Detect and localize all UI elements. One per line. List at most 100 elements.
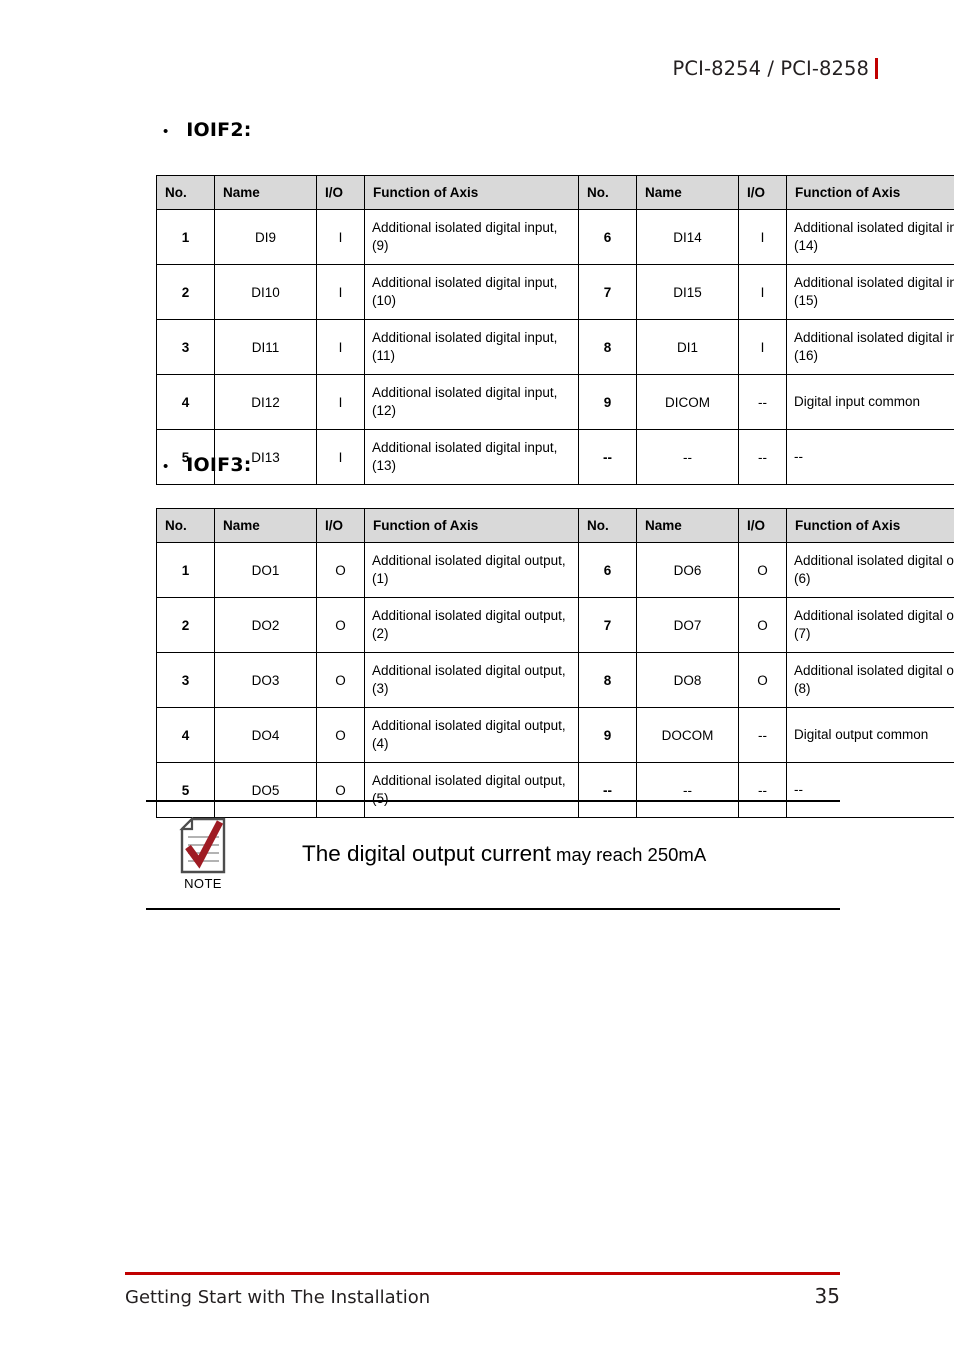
ioif2-table-body: 1 DI9 I Additional isolated digital inpu… — [156, 209, 954, 485]
col-header-name-left: Name — [214, 508, 317, 543]
table-row: 3 DI11 I Additional isolated digital inp… — [156, 319, 954, 375]
cell-io: O — [316, 597, 365, 653]
cell-io: O — [316, 542, 365, 598]
table-row: 3 DO3 O Additional isolated digital outp… — [156, 652, 954, 708]
cell-name: DOCOM — [636, 707, 739, 763]
cell-no: -- — [578, 429, 637, 485]
footer-row: Getting Start with The Installation 35 — [125, 1275, 840, 1308]
cell-no: 8 — [578, 652, 637, 708]
cell-name: DO2 — [214, 597, 317, 653]
cell-function: Additional isolated digital output, (2) — [364, 597, 579, 653]
note-message-primary: The digital output current — [302, 841, 551, 866]
col-header-no-left: No. — [156, 508, 215, 543]
cell-no: 9 — [578, 374, 637, 430]
cell-io: I — [316, 319, 365, 375]
cell-io: I — [738, 209, 787, 265]
note-icon-group: NOTE — [146, 817, 246, 891]
cell-function: Additional isolated digital input, (11) — [364, 319, 579, 375]
note-message: The digital output current may reach 250… — [246, 841, 840, 867]
col-header-no-right: No. — [578, 508, 637, 543]
cell-function: Additional isolated digital input, (15) — [786, 264, 954, 320]
cell-no: 7 — [578, 597, 637, 653]
col-header-io-left: I/O — [316, 175, 365, 210]
section-title-ioif3: IOIF3: — [186, 454, 252, 476]
col-header-name-right: Name — [636, 175, 739, 210]
col-header-no-right: No. — [578, 175, 637, 210]
cell-function: -- — [786, 429, 954, 485]
table-row: 5 DI13 I Additional isolated digital inp… — [156, 429, 954, 485]
cell-io: O — [738, 652, 787, 708]
section-heading-ioif3: • IOIF3: — [163, 454, 252, 476]
cell-no: 7 — [578, 264, 637, 320]
table-row: 2 DO2 O Additional isolated digital outp… — [156, 597, 954, 653]
cell-no: 3 — [156, 652, 215, 708]
cell-no: 6 — [578, 542, 637, 598]
col-header-io-left: I/O — [316, 508, 365, 543]
cell-name: DO6 — [636, 542, 739, 598]
note-message-secondary: may reach 250mA — [556, 844, 707, 865]
cell-io: I — [316, 209, 365, 265]
col-header-io-right: I/O — [738, 508, 787, 543]
col-header-name-right: Name — [636, 508, 739, 543]
ioif3-pin-table: No. Name I/O Function of Axis No. Name I… — [156, 508, 954, 818]
cell-no: 3 — [156, 319, 215, 375]
cell-name: DO4 — [214, 707, 317, 763]
bullet-icon: • — [163, 458, 169, 475]
cell-function: Additional isolated digital output, (1) — [364, 542, 579, 598]
ioif3-table-header: No. Name I/O Function of Axis No. Name I… — [156, 508, 954, 543]
cell-name: DO3 — [214, 652, 317, 708]
cell-io: O — [738, 597, 787, 653]
page-header: PCI-8254 / PCI-8258 — [0, 52, 954, 84]
cell-function: Additional isolated digital output, (6) — [786, 542, 954, 598]
table-row: 1 DI9 I Additional isolated digital inpu… — [156, 209, 954, 265]
col-header-io-right: I/O — [738, 175, 787, 210]
footer-chapter-title: Getting Start with The Installation — [125, 1286, 431, 1308]
col-header-function-right: Function of Axis — [786, 175, 954, 210]
cell-no: 4 — [156, 707, 215, 763]
cell-name: DICOM — [636, 374, 739, 430]
note-body: NOTE The digital output current may reac… — [146, 802, 840, 908]
ioif3-table-body: 1 DO1 O Additional isolated digital outp… — [156, 542, 954, 818]
cell-function: Additional isolated digital input, (9) — [364, 209, 579, 265]
cell-function: Digital input common — [786, 374, 954, 430]
cell-io: I — [738, 264, 787, 320]
col-header-function-right: Function of Axis — [786, 508, 954, 543]
col-header-no-left: No. — [156, 175, 215, 210]
cell-io: O — [316, 707, 365, 763]
cell-io: I — [316, 374, 365, 430]
cell-io: I — [316, 429, 365, 485]
cell-name: DI9 — [214, 209, 317, 265]
cell-no: 2 — [156, 597, 215, 653]
table-row: 4 DI12 I Additional isolated digital inp… — [156, 374, 954, 430]
cell-name: DO8 — [636, 652, 739, 708]
cell-io: -- — [738, 374, 787, 430]
cell-name: DI10 — [214, 264, 317, 320]
cell-io: I — [316, 264, 365, 320]
cell-io: O — [738, 542, 787, 598]
cell-name: DO7 — [636, 597, 739, 653]
table-row: 2 DI10 I Additional isolated digital inp… — [156, 264, 954, 320]
cell-io: -- — [738, 707, 787, 763]
cell-name: DI1 — [636, 319, 739, 375]
cell-io: -- — [738, 429, 787, 485]
cell-no: 1 — [156, 542, 215, 598]
cell-name: DI14 — [636, 209, 739, 265]
cell-name: DI11 — [214, 319, 317, 375]
cell-no: 9 — [578, 707, 637, 763]
cell-no: 2 — [156, 264, 215, 320]
note-callout: NOTE The digital output current may reac… — [146, 800, 840, 910]
cell-io: O — [316, 652, 365, 708]
table-header-row: No. Name I/O Function of Axis No. Name I… — [156, 175, 954, 210]
col-header-name-left: Name — [214, 175, 317, 210]
cell-no: 8 — [578, 319, 637, 375]
table-row: 1 DO1 O Additional isolated digital outp… — [156, 542, 954, 598]
cell-function: Additional isolated digital input, (16) — [786, 319, 954, 375]
cell-function: Additional isolated digital output, (7) — [786, 597, 954, 653]
cell-no: 4 — [156, 374, 215, 430]
note-icon-label: NOTE — [184, 876, 222, 891]
cell-no: 1 — [156, 209, 215, 265]
cell-function: Additional isolated digital input, (13) — [364, 429, 579, 485]
header-product-title: PCI-8254 / PCI-8258 — [672, 56, 869, 80]
cell-name: DI12 — [214, 374, 317, 430]
cell-function: Additional isolated digital output, (3) — [364, 652, 579, 708]
